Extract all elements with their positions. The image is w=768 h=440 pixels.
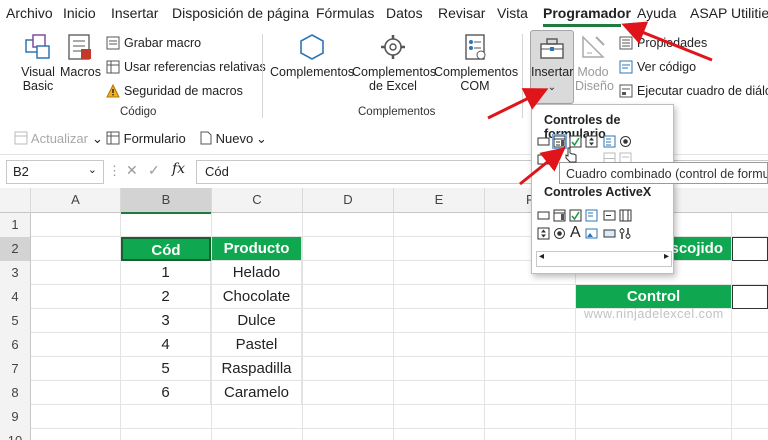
arrow-to-insertar bbox=[487, 88, 549, 120]
arrow-to-programador bbox=[621, 21, 713, 62]
arrow-to-combo-box bbox=[519, 147, 566, 186]
annotation-arrows bbox=[487, 21, 713, 186]
